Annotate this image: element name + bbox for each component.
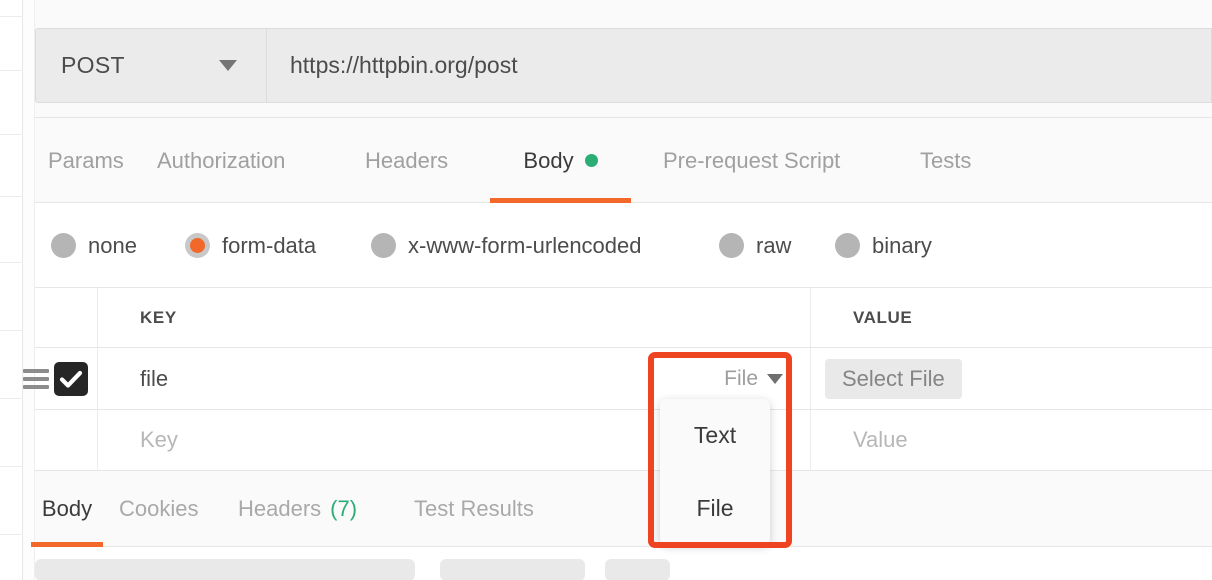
row-value-cell: Select File <box>811 348 1212 409</box>
header-cell-key: KEY <box>98 288 811 347</box>
value-type-toggle[interactable]: File <box>724 367 783 391</box>
response-tab-headers[interactable]: Headers (7) <box>238 471 357 547</box>
response-placeholder-bar <box>440 559 585 580</box>
response-body-area <box>35 547 1212 580</box>
http-method-select[interactable]: POST <box>35 28 266 103</box>
tab-body[interactable]: Body <box>490 118 631 203</box>
radio-icon <box>51 233 76 258</box>
value-type-dropdown-menu: Text File <box>660 399 770 545</box>
url-value: https://httpbin.org/post <box>290 52 518 78</box>
body-mode-x-www-form-urlencoded-label: x-www-form-urlencoded <box>408 232 642 258</box>
tab-headers-label: Headers <box>365 147 449 173</box>
value-type-option-file[interactable]: File <box>660 472 770 545</box>
request-pane: POST https://httpbin.org/post Params Aut… <box>23 0 1212 580</box>
body-mode-raw-label: raw <box>756 232 792 258</box>
tab-tests-label: Tests <box>920 147 972 173</box>
value-type-label: File <box>724 366 758 390</box>
tab-headers[interactable]: Headers <box>365 118 448 203</box>
row-key-placeholder: Key <box>140 427 178 452</box>
body-mode-form-data[interactable]: form-data <box>185 203 316 288</box>
url-input[interactable]: https://httpbin.org/post <box>266 28 1212 103</box>
column-header-value: VALUE <box>853 307 913 327</box>
tab-pre-request-script-label: Pre-request Script <box>663 147 841 173</box>
postman-request-builder: POST https://httpbin.org/post Params Aut… <box>0 0 1212 580</box>
row-checkbox-checked[interactable] <box>54 361 88 396</box>
url-bar: POST https://httpbin.org/post <box>35 0 1212 118</box>
tab-tests[interactable]: Tests <box>920 118 971 203</box>
drag-handle-icon[interactable] <box>23 368 49 389</box>
body-mode-none[interactable]: none <box>51 203 137 288</box>
body-mode-raw[interactable]: raw <box>719 203 791 288</box>
sidebar-edge <box>0 0 23 580</box>
response-tab-test-results-label: Test Results <box>414 496 534 521</box>
body-modified-dot-icon <box>584 154 598 167</box>
tab-params-label: Params <box>48 147 124 173</box>
radio-icon <box>719 233 744 258</box>
response-panel: Body Cookies Headers (7) Test Results <box>31 470 1212 580</box>
tab-body-label: Body <box>523 147 574 173</box>
tab-authorization[interactable]: Authorization <box>157 118 285 203</box>
row-value-placeholder: Value <box>853 427 908 452</box>
body-mode-x-www-form-urlencoded[interactable]: x-www-form-urlencoded <box>371 203 642 288</box>
header-cell-value: VALUE <box>811 288 1212 347</box>
response-tab-headers-label: Headers <box>238 496 322 521</box>
row-value-cell[interactable]: Value <box>811 410 1212 470</box>
body-mode-binary-label: binary <box>872 232 932 258</box>
column-header-key: KEY <box>140 307 177 327</box>
table-row: file File Select File <box>23 348 1212 410</box>
response-headers-count: (7) <box>330 496 358 521</box>
request-tabs: Params Authorization Headers Body Pre-re… <box>35 118 1212 203</box>
row-check-cell <box>35 410 98 470</box>
body-mode-none-label: none <box>88 232 137 258</box>
table-row: Key Value <box>35 410 1212 471</box>
chevron-down-icon <box>219 60 237 71</box>
response-placeholder-bar <box>35 559 415 580</box>
radio-icon <box>371 233 396 258</box>
radio-selected-icon <box>185 233 210 258</box>
radio-icon <box>835 233 860 258</box>
value-type-option-text[interactable]: Text <box>660 399 770 472</box>
row-key-value: file <box>140 365 169 391</box>
table-header-row: KEY VALUE <box>35 288 1212 348</box>
response-tab-body-label: Body <box>41 496 93 521</box>
http-method-label: POST <box>61 52 125 78</box>
tab-authorization-label: Authorization <box>157 147 286 173</box>
chevron-down-icon <box>767 373 783 384</box>
header-cell-check <box>35 288 98 347</box>
response-placeholder-bar <box>605 559 670 580</box>
response-tab-body[interactable]: Body <box>31 471 103 547</box>
response-tab-test-results[interactable]: Test Results <box>414 471 534 547</box>
response-tab-cookies[interactable]: Cookies <box>119 471 198 547</box>
select-file-button[interactable]: Select File <box>825 358 962 399</box>
tab-params[interactable]: Params <box>48 118 124 203</box>
body-mode-radio-group: none form-data x-www-form-urlencoded raw… <box>35 203 1212 288</box>
row-check-cell <box>23 348 98 409</box>
body-mode-form-data-label: form-data <box>222 232 317 258</box>
response-tabs: Body Cookies Headers (7) Test Results <box>31 471 1212 547</box>
form-data-table: KEY VALUE file File Select File Key Valu… <box>23 288 1212 471</box>
body-mode-binary[interactable]: binary <box>835 203 932 288</box>
response-tab-cookies-label: Cookies <box>119 496 199 521</box>
tab-pre-request-script[interactable]: Pre-request Script <box>663 118 840 203</box>
